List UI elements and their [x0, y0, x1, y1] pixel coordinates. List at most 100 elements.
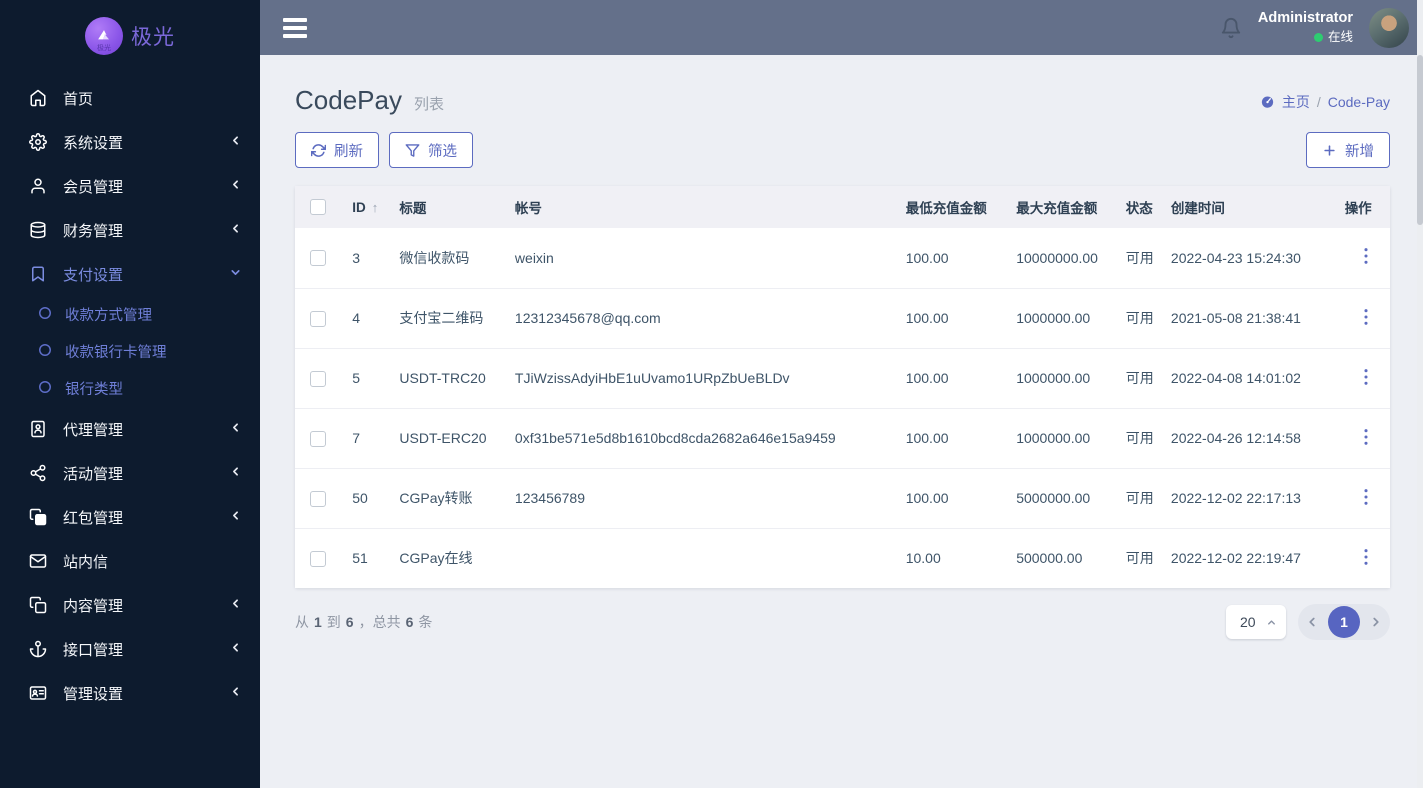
cell-id: 51: [352, 550, 368, 567]
sidebar-item-finance[interactable]: 财务管理: [0, 208, 260, 252]
cell-account: 0xf31be571e5d8b1610bcd8cda2682a646e15a94…: [514, 430, 836, 446]
avatar[interactable]: [1369, 7, 1409, 48]
cell-max-amount: 10000000.00: [1016, 249, 1098, 266]
page-title: CodePay: [295, 85, 402, 115]
user-icon: [28, 176, 48, 196]
breadcrumb-separator: /: [1316, 93, 1321, 110]
circle-icon: [38, 306, 52, 324]
page-subtitle: 列表: [413, 96, 444, 113]
row-actions-button[interactable]: [1359, 247, 1373, 265]
dashboard-icon: [1261, 96, 1273, 108]
sidebar-item-members[interactable]: 会员管理: [0, 164, 260, 208]
sidebar-item-home[interactable]: 首页: [0, 76, 260, 120]
sidebar-menu: 首页 系统设置 会员管理 财务管理 支付设置 收款方式管理 收款银行卡管理 银行…: [0, 76, 260, 715]
sidebar: 极光 极光 首页 系统设置 会员管理 财务管理 支付设置 收款方式管理 收款银行…: [0, 0, 260, 788]
cell-created-time: 2022-04-08 14:01:02: [1170, 370, 1301, 386]
row-checkbox[interactable]: [310, 310, 326, 327]
header-created-time: 创建时间: [1170, 201, 1225, 216]
cell-status: 可用: [1125, 249, 1154, 266]
cell-title: 支付宝二维码: [399, 310, 484, 326]
cell-account: [505, 528, 896, 588]
table-row: 51 CGPay在线 10.00 500000.00 可用 2022-12-02…: [295, 528, 1390, 588]
circle-icon: [38, 343, 52, 361]
current-page-button[interactable]: 1: [1328, 606, 1360, 638]
breadcrumb: 主页 / Code-Pay: [1260, 92, 1390, 112]
header-status: 状态: [1125, 201, 1153, 216]
cell-status: 可用: [1125, 370, 1154, 386]
chevron-left-icon: [229, 465, 242, 482]
plus-icon: [1324, 144, 1335, 156]
scrollbar[interactable]: [1417, 0, 1423, 788]
copy-icon: [28, 595, 48, 615]
row-actions-button[interactable]: [1359, 428, 1373, 446]
sidebar-subitem-bank-types[interactable]: 银行类型: [0, 370, 260, 407]
sidebar-item-red-packets[interactable]: 红包管理: [0, 495, 260, 539]
hamburger-menu-icon[interactable]: [283, 17, 307, 38]
cell-id: 7: [352, 430, 360, 446]
cell-max-amount: 1000000.00: [1016, 430, 1091, 446]
sidebar-item-system-settings[interactable]: 系统设置: [0, 120, 260, 164]
user-name: Administrator: [1257, 10, 1353, 27]
breadcrumb-home-link[interactable]: 主页: [1282, 92, 1310, 112]
sidebar-item-activities[interactable]: 活动管理: [0, 451, 260, 495]
chevron-left-icon: [229, 222, 242, 239]
sidebar-item-api[interactable]: 接口管理: [0, 627, 260, 671]
user-info[interactable]: Administrator 在线: [1258, 9, 1353, 45]
sort-asc-icon[interactable]: ↑: [372, 200, 379, 215]
table-row: 5 USDT-TRC20 TJiWzissAdyiHbE1uUvamo1URpZ…: [295, 348, 1390, 408]
header-id[interactable]: ID ↑: [342, 186, 389, 228]
sidebar-item-content[interactable]: 内容管理: [0, 583, 260, 627]
cell-status: 可用: [1125, 430, 1154, 446]
breadcrumb-current: Code-Pay: [1327, 93, 1390, 110]
table-row: 7 USDT-ERC20 0xf31be571e5d8b1610bcd8cda2…: [295, 408, 1390, 468]
row-checkbox[interactable]: [310, 250, 326, 267]
sidebar-subitem-bank-cards[interactable]: 收款银行卡管理: [0, 333, 260, 370]
cell-id: 4: [352, 310, 360, 326]
cell-status: 可用: [1125, 550, 1154, 567]
online-status-label: 在线: [1327, 29, 1353, 44]
anchor-icon: [28, 639, 48, 659]
prev-page-button[interactable]: [1305, 615, 1319, 629]
row-actions-button[interactable]: [1359, 548, 1373, 566]
chevron-left-icon: [229, 597, 242, 614]
row-checkbox[interactable]: [310, 490, 326, 507]
cell-title: USDT-ERC20: [399, 430, 487, 446]
database-icon: [28, 220, 48, 240]
online-status-dot: [1313, 32, 1323, 42]
sidebar-subitem-payment-methods[interactable]: 收款方式管理: [0, 296, 260, 333]
cell-created-time: 2022-04-26 12:14:58: [1170, 430, 1301, 446]
circle-icon: [38, 380, 52, 398]
brand-logo[interactable]: 极光 极光: [0, 6, 260, 66]
chevron-left-icon: [229, 134, 242, 151]
row-actions-button[interactable]: [1359, 308, 1373, 326]
table-card: ID ↑ 标题 帐号 最低充值金额 最大充值金额 状态 创建时间 操作 3 微信收…: [295, 186, 1390, 588]
next-page-button[interactable]: [1369, 615, 1383, 629]
add-button[interactable]: 新增: [1306, 132, 1390, 168]
row-checkbox[interactable]: [310, 550, 326, 567]
table-row: 4 支付宝二维码 12312345678@qq.com 100.00 10000…: [295, 288, 1390, 348]
table-row: 50 CGPay转账 123456789 100.00 5000000.00 可…: [295, 468, 1390, 528]
share-icon: [28, 463, 48, 483]
page-size-select[interactable]: 20: [1226, 605, 1286, 639]
cell-min-amount: 100.00: [905, 249, 949, 266]
scrollbar-thumb[interactable]: [1417, 55, 1423, 225]
address-book-icon: [28, 419, 48, 439]
chevron-up-icon: [1268, 619, 1275, 625]
filter-button[interactable]: 筛选: [389, 132, 473, 168]
select-all-checkbox[interactable]: [310, 199, 326, 216]
sidebar-item-agents[interactable]: 代理管理: [0, 407, 260, 451]
row-actions-button[interactable]: [1359, 368, 1373, 386]
table-body: 3 微信收款码 weixin 100.00 10000000.00 可用 202…: [295, 228, 1390, 588]
header-title: 标题: [399, 201, 427, 216]
refresh-button[interactable]: 刷新: [295, 132, 379, 168]
chevron-left-icon: [229, 178, 242, 195]
sidebar-item-admin-settings[interactable]: 管理设置: [0, 671, 260, 715]
sidebar-item-payment-settings[interactable]: 支付设置: [0, 252, 260, 296]
row-checkbox[interactable]: [310, 430, 326, 447]
header-min-amount: 最低充值金额: [905, 201, 987, 216]
row-checkbox[interactable]: [310, 370, 326, 387]
row-actions-button[interactable]: [1359, 488, 1373, 506]
notification-bell-icon[interactable]: [1220, 17, 1242, 39]
sidebar-item-messages[interactable]: 站内信: [0, 539, 260, 583]
cell-account: TJiWzissAdyiHbE1uUvamo1URpZbUeBLDv: [514, 370, 790, 386]
